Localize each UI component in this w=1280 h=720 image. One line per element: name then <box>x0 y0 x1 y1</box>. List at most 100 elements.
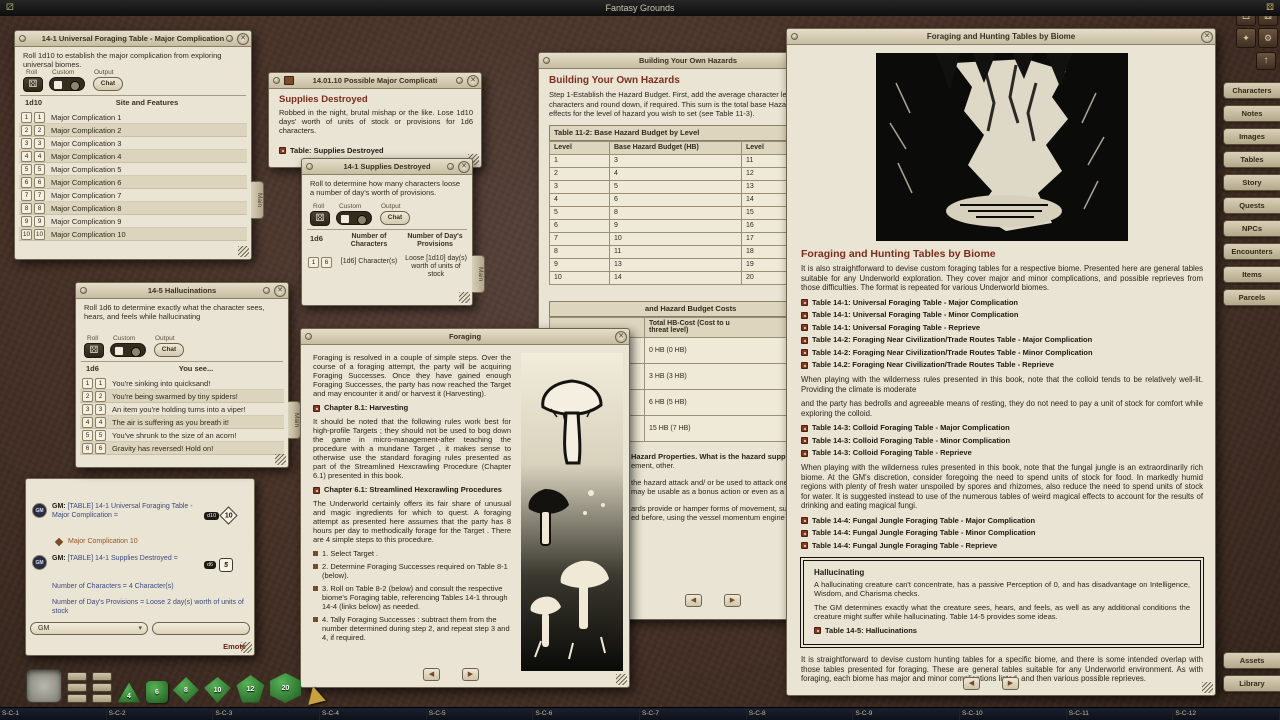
prev-page-button[interactable] <box>423 668 440 681</box>
close-icon[interactable] <box>237 33 249 45</box>
table-link[interactable]: Table 14-2: Foraging Near Civilization/T… <box>801 348 1203 358</box>
desktop-tool-icon[interactable]: ✦ <box>1236 28 1256 48</box>
chat-input[interactable] <box>152 622 250 635</box>
table-row[interactable]: 10 10 Major Complication 10 <box>19 228 247 241</box>
hotkey-slot[interactable]: S-C-5 <box>427 708 534 720</box>
table-row[interactable]: 6 6 Major Complication 6 <box>19 176 247 189</box>
table-row[interactable]: 4 4 The air is suffering as you breath i… <box>80 416 284 429</box>
window-hallucinations-table[interactable]: Main 14-5 Hallucinations Roll 1d6 to det… <box>75 282 289 468</box>
table-link[interactable]: Table 14-4: Fungal Jungle Foraging Table… <box>801 541 1203 551</box>
output-chat-button[interactable]: Chat <box>154 343 184 357</box>
table-row[interactable]: 4 4 Major Complication 4 <box>19 150 247 163</box>
window-titlebar[interactable]: Foraging and Hunting Tables by Biome <box>787 29 1215 45</box>
roll-die-button[interactable] <box>23 77 43 92</box>
close-icon[interactable] <box>467 75 479 87</box>
hotkey-slot[interactable]: S-C-1 <box>0 708 107 720</box>
table-row[interactable]: 1 1 You're sinking into quicksand! <box>80 377 284 390</box>
sidebar-button[interactable]: Parcels <box>1223 289 1280 306</box>
table-row[interactable]: 8 8 Major Complication 8 <box>19 202 247 215</box>
hotkey-slot[interactable]: S-C-11 <box>1067 708 1174 720</box>
die-d4[interactable]: 4 <box>117 682 141 703</box>
hotkey-slot[interactable]: S-C-6 <box>533 708 640 720</box>
next-page-button[interactable] <box>1002 677 1019 690</box>
close-icon[interactable] <box>458 161 470 173</box>
window-titlebar[interactable]: Foraging <box>301 329 629 345</box>
hotkey-slot[interactable]: S-C-12 <box>1173 708 1280 720</box>
hotkey-slot[interactable]: S-C-8 <box>747 708 854 720</box>
die-d10[interactable]: 10 <box>204 677 231 703</box>
chapter-link[interactable]: Chapter 8.1: Harvesting <box>313 403 511 413</box>
resize-grip[interactable] <box>275 454 286 465</box>
table-row[interactable]: 9 9 Major Complication 9 <box>19 215 247 228</box>
die-d12[interactable]: 12 <box>236 675 265 703</box>
window-titlebar[interactable]: 14-1 Supplies Destroyed <box>302 159 472 175</box>
hotkey-slot[interactable]: S-C-2 <box>107 708 214 720</box>
window-foraging-reference[interactable]: Foraging Foraging is resolved in a coupl… <box>300 328 630 688</box>
sidebar-button[interactable]: NPCs <box>1223 220 1280 237</box>
prev-page-button[interactable] <box>685 594 702 607</box>
sidebar-button[interactable]: Story <box>1223 174 1280 191</box>
next-page-button[interactable] <box>462 668 479 681</box>
table-link[interactable]: Table 14-3: Colloid Foraging Table - Rep… <box>801 448 1203 458</box>
side-tab-main[interactable]: Main <box>251 181 264 219</box>
sidebar-button[interactable]: Images <box>1223 128 1280 145</box>
table-link[interactable]: Table: Supplies Destroyed <box>279 146 384 156</box>
sidebar-button[interactable]: Library <box>1223 675 1280 692</box>
window-titlebar[interactable]: 14.01.10 Possible Major Complicati <box>269 73 481 89</box>
window-chat[interactable]: GM GM: [TABLE] 14-1 Universal Foraging T… <box>25 478 255 656</box>
table-row[interactable]: 5 5 Major Complication 5 <box>19 163 247 176</box>
die-d6[interactable]: 6 <box>146 681 168 703</box>
side-tab-main[interactable]: Main <box>472 255 485 293</box>
sidebar-button[interactable]: Quests <box>1223 197 1280 214</box>
table-link[interactable]: Table 14-4: Fungal Jungle Foraging Table… <box>801 528 1203 538</box>
die-d20[interactable]: 20 <box>270 673 301 703</box>
modifier-chip[interactable] <box>67 683 87 692</box>
hotkey-slot[interactable]: S-C-9 <box>853 708 960 720</box>
close-icon[interactable] <box>274 285 286 297</box>
window-titlebar[interactable]: 14-1 Universal Foraging Table - Major Co… <box>15 31 251 47</box>
output-chat-button[interactable]: Chat <box>380 211 410 225</box>
prev-page-button[interactable] <box>963 677 980 690</box>
close-icon[interactable] <box>615 331 627 343</box>
sidebar-scroll-up-button[interactable]: ↑ <box>1256 52 1276 70</box>
window-possible-major-complication[interactable]: 14.01.10 Possible Major Complicati Suppl… <box>268 72 482 168</box>
table-link[interactable]: Table 14-1: Universal Foraging Table - M… <box>801 298 1203 308</box>
sidebar-button[interactable]: Encounters <box>1223 243 1280 260</box>
table-row[interactable]: 2 2 You're being swarmed by tiny spiders… <box>80 390 284 403</box>
custom-die-toggle[interactable] <box>110 343 146 357</box>
window-universal-foraging-major[interactable]: Main 14-1 Universal Foraging Table - Maj… <box>14 30 252 260</box>
hotkey-slot[interactable]: S-C-4 <box>320 708 427 720</box>
table-link[interactable]: Table 14-1: Universal Foraging Table - M… <box>801 310 1203 320</box>
window-titlebar[interactable]: 14-5 Hallucinations <box>76 283 288 299</box>
sidebar-button[interactable]: Items <box>1223 266 1280 283</box>
custom-die-toggle[interactable] <box>49 77 85 91</box>
sidebar-button[interactable]: Tables <box>1223 151 1280 168</box>
provisions-cell[interactable]: Loose [1d10] day(s) worth of units of st… <box>404 255 468 279</box>
table-link[interactable]: Table 14-5: Hallucinations <box>814 626 1190 636</box>
modifier-chip[interactable] <box>92 694 112 703</box>
table-link[interactable]: Table 14-4: Fungal Jungle Foraging Table… <box>801 516 1203 526</box>
resize-grip[interactable] <box>238 246 249 257</box>
characters-cell[interactable]: [1d6] Character(s) <box>338 258 400 266</box>
roll-die-button[interactable] <box>310 211 330 226</box>
die-d8[interactable]: 8 <box>173 677 199 703</box>
table-link[interactable]: Table 14-2: Foraging Near Civilization/T… <box>801 335 1203 345</box>
table-link[interactable]: Table 14.2: Foraging Near Civilization/T… <box>801 360 1203 370</box>
chapter-link[interactable]: Chapter 6.1: Streamlined Hexcrawling Pro… <box>313 485 511 495</box>
table-link[interactable]: Table 14-3: Colloid Foraging Table - Maj… <box>801 423 1203 433</box>
resize-grip[interactable] <box>1202 682 1213 693</box>
table-row[interactable]: 6 6 Gravity has reversed! Hold on! <box>80 442 284 455</box>
pointer-tool-icon[interactable] <box>304 684 326 705</box>
hotkey-slot[interactable]: S-C-3 <box>213 708 320 720</box>
window-supplies-destroyed-table[interactable]: Main 14-1 Supplies Destroyed Roll to det… <box>301 158 473 306</box>
close-icon[interactable] <box>1201 31 1213 43</box>
modifier-box[interactable] <box>26 669 62 703</box>
table-row[interactable]: 7 7 Major Complication 7 <box>19 189 247 202</box>
resize-grip[interactable] <box>616 674 627 685</box>
resize-grip[interactable] <box>241 642 252 653</box>
desktop-tool-icon[interactable]: ⚙ <box>1258 28 1278 48</box>
window-biome-tables[interactable]: Foraging and Hunting Tables by Biome <box>786 28 1216 696</box>
modifier-chip[interactable] <box>67 694 87 703</box>
table-row[interactable]: 2 2 Major Complication 2 <box>19 124 247 137</box>
output-chat-button[interactable]: Chat <box>93 77 123 91</box>
